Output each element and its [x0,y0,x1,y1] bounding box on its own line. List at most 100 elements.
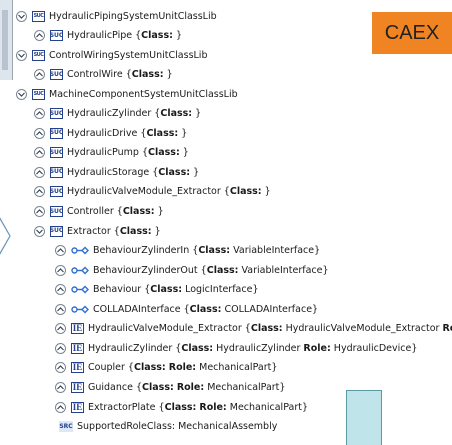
expand-toggle-icon[interactable] [34,30,45,42]
node-name: HydraulicPump [67,147,139,159]
expand-toggle-icon[interactable] [55,381,66,393]
expand-toggle-icon[interactable] [55,264,66,276]
collapse-toggle-icon[interactable] [16,88,27,100]
system-unit-class-icon: SUC [50,186,63,198]
expand-toggle-icon[interactable] [34,108,45,120]
expand-toggle-icon[interactable] [55,323,66,335]
system-unit-class-icon: SUC [50,225,63,237]
node-name: MachineComponentSystemUnitClassLib [49,88,238,100]
expand-toggle-icon[interactable] [55,284,66,296]
tree-node-extractor[interactable]: SUC Extractor {Class: } [34,223,161,239]
tree-node-behaviourzylinderout[interactable]: BehaviourZylinderOut {Class: VariableInt… [55,262,329,278]
role-value: HydraulicDevice [333,342,412,354]
tree-node-label: Extractor {Class: } [67,225,161,237]
tree-node-hydraulicpipingsystemunitclasslib[interactable]: SUC HydraulicPipingSystemUnitClassLib [16,8,217,24]
expand-toggle-icon[interactable] [34,166,45,178]
expand-toggle-icon[interactable] [55,342,66,354]
tree-node-controller[interactable]: SUC Controller {Class: } [34,204,164,220]
role-keyword: Role: [168,362,197,374]
system-unit-class-icon: SUC [50,206,63,217]
tree-node-behaviour[interactable]: Behaviour {Class: LogicInterface} [55,282,259,298]
tree-node-hydraulicdrive[interactable]: SUC HydraulicDrive {Class: } [34,125,187,141]
node-name: HydraulicValveModule_Extractor [88,323,242,335]
internal-element-icon: IE [71,323,84,335]
node-name: HydraulicPipe [67,30,133,42]
slide-title-fragment [340,0,400,4]
tree-node-hydraulicstorage[interactable]: SUC HydraulicStorage {Class: } [34,164,199,180]
tree-node-hydraulicpipe[interactable]: SUC HydraulicPipe {Class: } [34,28,182,44]
tree-node-label: HydraulicValveModule_Extractor {Class: H… [88,323,452,334]
tree-node-label: HydraulicPump {Class: } [67,147,189,159]
tree-node-controlwiringsystemunitclasslib[interactable]: SUC ControlWiringSystemUnitClassLib [16,47,207,63]
class-keyword: Class: [131,69,164,81]
unit-class-library-icon: SUC [32,49,45,61]
node-name: BehaviourZylinderOut [93,264,198,276]
tree-node-supportedroleclass-mechanicalassembly[interactable]: SRC SupportedRoleClass: MechanicalAssembl… [59,419,277,435]
internal-element-icon: IE [71,362,84,374]
role-value: MechanicalPart [229,401,302,413]
node-name: SupportedRoleClass: MechanicalAssembly [77,421,278,433]
tree-node-hydrauliczylinder[interactable]: IE HydraulicZylinder {Class: HydraulicZyl… [55,340,417,356]
class-keyword: Class: [160,108,193,120]
tree-node-colladainterface[interactable]: COLLADAInterface {Class: COLLADAInterfac… [55,301,318,317]
node-name: Coupler [88,362,125,374]
expand-toggle-icon[interactable] [55,401,66,413]
expand-toggle-icon[interactable] [55,362,66,374]
left-panel-inner [2,10,8,70]
class-keyword: Class: [250,323,283,335]
tree-node-hydrauliczylinder[interactable]: SUC HydraulicZylinder {Class: } [34,106,201,122]
tree-node-hydraulicvalvemodule-extractor[interactable]: SUC HydraulicValveModule_Extractor {Class… [34,184,271,200]
expand-toggle-icon[interactable] [55,245,66,257]
collapse-toggle-icon[interactable] [16,10,27,22]
tree-node-machinecomponentsystemunitclasslib[interactable]: SUC MachineComponentSystemUnitClassLib [16,86,238,102]
external-interface-icon [71,285,89,294]
expand-toggle-icon[interactable] [34,127,45,139]
tree-node-label: Guidance {Class: Role: MechanicalPart} [88,381,286,393]
expand-toggle-icon[interactable] [34,69,45,81]
expand-toggle-icon[interactable] [34,147,45,159]
class-keyword: Class: [164,401,197,413]
tree-node-label: SupportedRoleClass: MechanicalAssembly [77,421,277,432]
tree-node-hydraulicvalvemodule-extractor[interactable]: IE HydraulicValveModule_Extractor {Class:… [55,321,452,337]
class-value: VariableInterface [233,245,315,257]
class-value: LogicInterface [185,284,253,296]
node-name: HydraulicStorage [67,166,150,178]
expand-toggle-icon[interactable] [34,186,45,198]
tree-node-label: Coupler {Class: Role: MechanicalPart} [88,362,278,374]
node-name: HydraulicDrive [67,127,138,139]
role-value: MechanicalPart [207,381,280,393]
teal-decoration-box [346,390,382,445]
expand-toggle-icon[interactable] [55,303,66,315]
node-name: Controller [67,206,114,217]
tree-node-label: BehaviourZylinderOut {Class: VariableInt… [93,264,329,276]
class-value: COLLADAInterface [224,303,313,315]
tree-node-hydraulicpump[interactable]: SUC HydraulicPump {Class: } [34,145,189,161]
tree-node-label: HydraulicValveModule_Extractor {Class: } [67,186,271,198]
external-interface-icon [71,246,89,255]
expand-toggle-icon[interactable] [34,206,45,217]
node-name: COLLADAInterface [93,303,181,315]
node-name: Extractor [67,225,111,237]
left-arrow-decoration [0,217,11,255]
tree-node-label: BehaviourZylinderIn {Class: VariableInte… [93,245,321,257]
external-interface-icon [71,305,89,314]
tree-node-label: Behaviour {Class: LogicInterface} [93,284,259,296]
system-unit-class-icon: SUC [50,69,63,81]
tree-node-extractorplate[interactable]: IE ExtractorPlate {Class: Role: Mechanica… [55,399,308,415]
collapse-toggle-icon[interactable] [34,225,45,237]
tree-node-controlwire[interactable]: SUC ControlWire {Class: } [34,67,173,83]
node-name: HydraulicValveModule_Extractor [67,186,221,198]
tree-node-coupler[interactable]: IE Coupler {Class: Role: MechanicalPart} [55,360,277,376]
class-value: HydraulicZylinder [216,342,301,354]
role-keyword: Role: [176,381,205,393]
class-value: HydraulicValveModule_Extractor [285,323,440,335]
class-keyword: Class: [206,264,239,276]
tree-node-label: HydraulicZylinder {Class: HydraulicZylin… [88,342,418,354]
tree-node-guidance[interactable]: IE Guidance {Class: Role: MechanicalPart} [55,379,285,395]
class-keyword: Class: [142,381,174,393]
collapse-toggle-icon[interactable] [16,49,27,61]
tree-node-behaviourzylinderin[interactable]: BehaviourZylinderIn {Class: VariableInte… [55,243,320,259]
node-name: ControlWire [67,69,123,81]
tree-node-label: HydraulicPipe {Class: } [67,30,182,42]
tree-node-label: ControlWiringSystemUnitClassLib [49,50,207,61]
